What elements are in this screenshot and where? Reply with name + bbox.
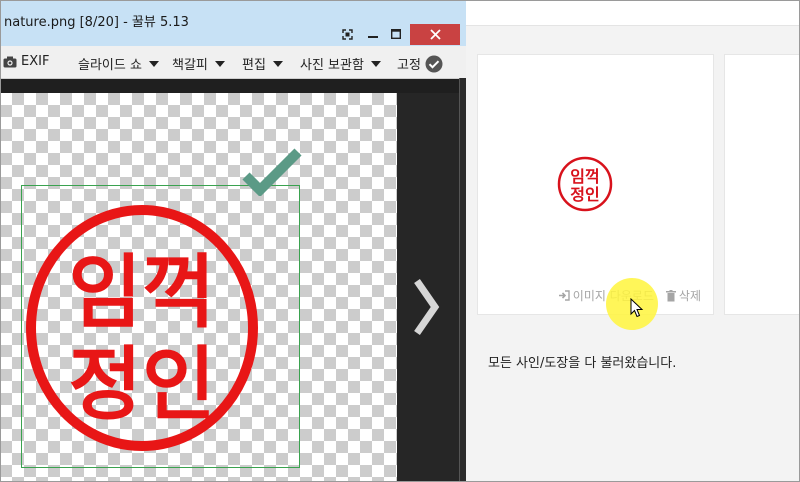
exif-button[interactable]: EXIF: [3, 54, 49, 69]
title-bar[interactable]: nature.png [8/20] - 꿀뷰 5.13: [0, 0, 466, 46]
checkmark-icon[interactable]: [242, 148, 302, 196]
stamp-card: 임꺽 정인 이미지 다운로드 삭제: [477, 54, 714, 315]
slideshow-menu[interactable]: 슬라이드 쇼: [78, 54, 159, 73]
thumb-stamp-line1: 임꺽: [570, 167, 599, 186]
photo-storage-label: 사진 보관함: [300, 58, 364, 73]
window-title: nature.png [8/20] - 꿀뷰 5.13: [4, 15, 189, 30]
check-circle-icon: [425, 55, 443, 72]
status-message: 모든 사인/도장을 다 불러왔습니다.: [488, 356, 677, 371]
minimize-icon: [368, 36, 378, 38]
caret-down-icon: [148, 60, 159, 67]
maximize-button[interactable]: [385, 24, 407, 44]
fullscreen-icon: [341, 28, 353, 40]
sign-in-icon: [558, 290, 570, 301]
delete-link[interactable]: 삭제: [665, 287, 701, 304]
maximize-icon: [391, 29, 401, 39]
fullscreen-button[interactable]: [336, 24, 358, 44]
photo-storage-menu[interactable]: 사진 보관함: [300, 54, 381, 73]
selection-box[interactable]: [21, 185, 300, 468]
stamp-card-partial: [724, 54, 800, 315]
pin-button[interactable]: 고정: [397, 54, 443, 73]
stamp-thumbnail[interactable]: 임꺽 정인: [556, 155, 614, 213]
edit-label: 편집: [242, 58, 266, 73]
delete-label: 삭제: [678, 289, 701, 303]
caret-down-icon: [272, 60, 283, 67]
next-panel: [397, 93, 459, 482]
bookmark-label: 책갈피: [172, 58, 208, 73]
pin-label: 고정: [397, 58, 421, 73]
image-viewer-window: nature.png [8/20] - 꿀뷰 5.13 EXIF 슬라이드 쇼 …: [0, 0, 466, 482]
minimize-button[interactable]: [362, 24, 384, 44]
chevron-right-icon[interactable]: [411, 277, 441, 337]
web-topbar: [466, 0, 800, 26]
caret-down-icon: [370, 60, 381, 67]
exif-label: EXIF: [21, 54, 50, 69]
caret-down-icon: [214, 60, 225, 67]
viewer-toolbar: EXIF 슬라이드 쇼 책갈피 편집 사진 보관함 고정: [0, 46, 466, 79]
slideshow-label: 슬라이드 쇼: [78, 58, 142, 73]
close-icon: [429, 29, 441, 40]
edit-menu[interactable]: 편집: [242, 54, 283, 73]
camera-icon: [3, 56, 17, 67]
viewer-scroll-edge: [459, 78, 466, 482]
trash-icon: [665, 289, 676, 301]
mouse-pointer-icon: [630, 298, 644, 318]
close-button[interactable]: [410, 24, 460, 45]
thumb-stamp-line2: 정인: [570, 185, 599, 204]
bookmark-menu[interactable]: 책갈피: [172, 54, 225, 73]
